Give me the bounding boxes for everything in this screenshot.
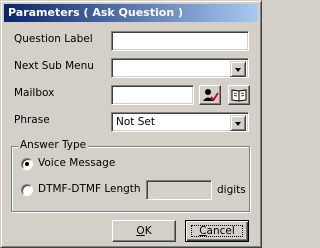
cancel-button[interactable]: Cancel xyxy=(185,220,249,242)
phrase-dropdown-button[interactable] xyxy=(230,115,246,131)
user-check-icon xyxy=(203,89,219,102)
dtmf-length-label[interactable]: DTMF-DTMF Length xyxy=(38,183,141,195)
mailbox-label: Mailbox xyxy=(14,87,55,99)
book-icon xyxy=(231,89,247,102)
title-bar[interactable]: Parameters ( Ask Question ) xyxy=(4,4,258,22)
phrase-dropdown[interactable]: Not Set xyxy=(111,112,249,132)
next-sub-menu-dropdown-button[interactable] xyxy=(230,61,246,77)
phrase-value: Not Set xyxy=(116,116,155,128)
voice-message-label[interactable]: Voice Message xyxy=(38,157,115,169)
ok-label-rest: K xyxy=(144,225,152,237)
answer-type-group xyxy=(11,146,250,212)
question-label-input[interactable] xyxy=(111,31,249,51)
cancel-label-rest: ancel xyxy=(206,225,235,237)
chevron-down-icon xyxy=(235,122,241,126)
phrase-label: Phrase xyxy=(14,114,50,126)
chevron-down-icon xyxy=(235,68,241,72)
dtmf-length-input[interactable] xyxy=(146,180,212,200)
ok-accelerator: O xyxy=(136,225,145,237)
ok-button[interactable]: OK xyxy=(112,220,176,242)
parameters-dialog: Parameters ( Ask Question ) Question Lab… xyxy=(0,0,262,248)
answer-type-legend: Answer Type xyxy=(18,139,89,151)
select-mailbox-button[interactable] xyxy=(199,85,221,105)
dtmf-length-radio[interactable] xyxy=(21,184,33,196)
next-sub-menu-label: Next Sub Menu xyxy=(14,60,94,72)
radio-selected-dot xyxy=(25,162,29,166)
mailbox-input[interactable] xyxy=(111,85,194,105)
browse-mailbox-button[interactable] xyxy=(228,85,250,105)
question-label-label: Question Label xyxy=(14,33,93,45)
next-sub-menu-dropdown[interactable] xyxy=(111,58,249,78)
digits-label: digits xyxy=(217,184,246,196)
voice-message-radio[interactable] xyxy=(21,158,33,170)
cancel-accelerator: C xyxy=(199,225,207,237)
dialog-title: Parameters ( Ask Question ) xyxy=(8,6,184,19)
